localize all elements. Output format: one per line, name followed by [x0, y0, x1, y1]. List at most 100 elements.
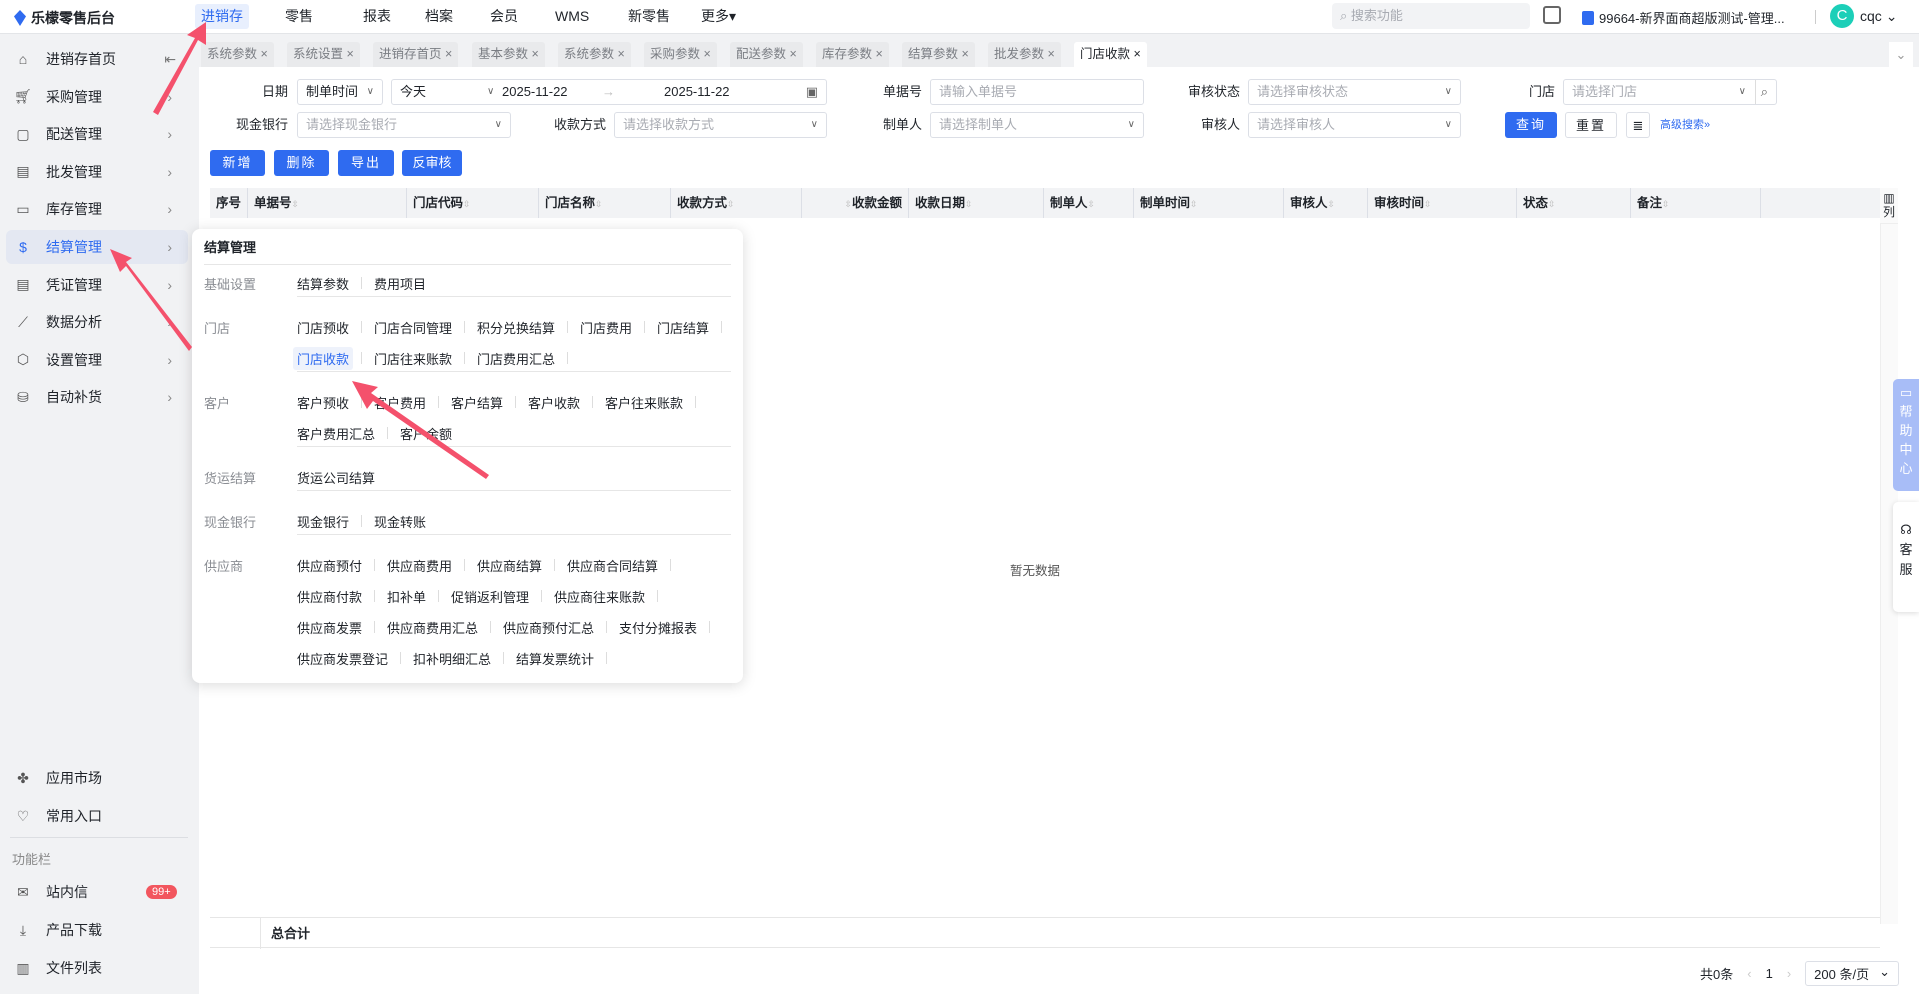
menu-item[interactable]: 客户费用汇总 [293, 422, 379, 445]
close-icon[interactable]: × [1130, 47, 1140, 61]
collapse-sidebar-icon[interactable]: ⇤ [164, 51, 176, 68]
menu-item[interactable]: 货运公司结算 [293, 466, 379, 489]
menu-item[interactable]: 促销返利管理 [447, 585, 533, 608]
close-icon[interactable]: × [442, 47, 452, 61]
column-header[interactable]: 制单人⇳ [1043, 188, 1133, 218]
close-icon[interactable]: × [343, 47, 353, 61]
close-icon[interactable]: × [257, 47, 267, 61]
pay-method-select[interactable]: 请选择收款方式 ∨ [614, 112, 827, 138]
menu-item[interactable]: 供应商预付汇总 [499, 616, 598, 639]
menu-item[interactable]: 供应商结算 [473, 554, 546, 577]
menu-item[interactable]: 供应商合同结算 [563, 554, 662, 577]
unaudit-button[interactable]: 反审核 [402, 150, 462, 176]
sidebar-item[interactable]: 🛒︎ 采购管理 › [6, 80, 188, 114]
close-icon[interactable]: × [614, 47, 624, 61]
sidebar-item[interactable]: ⌂ 进销存首页 ⇤ [6, 42, 188, 76]
menu-item[interactable]: 客户结算 [447, 391, 507, 414]
query-button[interactable]: 查询 [1505, 112, 1557, 138]
top-nav-item[interactable]: 进销存 [195, 4, 249, 29]
close-icon[interactable]: × [1044, 47, 1054, 61]
sidebar-item[interactable]: ▥ 文件列表 [6, 951, 188, 985]
sidebar-item[interactable]: ✉ 站内信 99+ [6, 875, 188, 909]
column-header[interactable]: 门店代码⇳ [406, 188, 538, 218]
menu-item[interactable]: 客户预收 [293, 391, 353, 414]
tab[interactable]: 配送参数 × [730, 42, 803, 67]
top-nav-item[interactable]: 档案 [419, 4, 459, 29]
sort-icon[interactable]: ⇳ [1424, 199, 1432, 209]
menu-item[interactable]: 门店收款 [293, 347, 354, 370]
column-header[interactable]: 备注⇳ [1630, 188, 1760, 218]
top-nav-item[interactable]: 会员 [484, 4, 524, 29]
menu-item[interactable]: 扣补明细汇总 [409, 647, 495, 670]
sort-icon[interactable]: ⇳ [1548, 199, 1556, 209]
sidebar-item[interactable]: ▭ 库存管理 › [6, 192, 188, 226]
tab[interactable]: 采购参数 × [644, 42, 717, 67]
menu-item[interactable]: 供应商发票登记 [293, 647, 392, 670]
page-number[interactable]: 1 [1766, 966, 1773, 981]
sidebar-item[interactable]: ⛁ 自动补货 › [6, 380, 188, 414]
filter-settings-icon[interactable]: ≣ [1626, 112, 1650, 138]
advanced-search-link[interactable]: 高级搜索» [1660, 112, 1710, 138]
page-size-select[interactable]: 200 条/页 ⌄ [1805, 961, 1899, 986]
prev-page-button[interactable]: ‹ [1747, 966, 1751, 981]
top-nav-item[interactable]: 零售 [279, 4, 319, 29]
sort-icon[interactable]: ⇳ [965, 199, 973, 209]
tabs-more-button[interactable]: ⌄ [1889, 42, 1913, 67]
menu-item[interactable]: 现金银行 [293, 510, 353, 533]
menu-item[interactable]: 积分兑换结算 [473, 316, 559, 339]
menu-item[interactable]: 门店费用汇总 [473, 347, 559, 370]
sidebar-item[interactable]: ♡ 常用入口 [6, 799, 188, 833]
menu-item[interactable]: 供应商预付 [293, 554, 366, 577]
sort-icon[interactable]: ⇳ [463, 199, 471, 209]
sort-icon[interactable]: ⇳ [1328, 199, 1336, 209]
column-header[interactable]: 收款日期⇳ [908, 188, 1043, 218]
sidebar-item[interactable]: ✤ 应用市场 [6, 761, 188, 795]
avatar[interactable]: C [1830, 4, 1854, 28]
menu-item[interactable]: 供应商费用 [383, 554, 456, 577]
column-header[interactable]: ⇳收款金额 [801, 188, 908, 218]
doc-no-input[interactable]: 请输入单据号 [930, 79, 1144, 105]
sidebar-item[interactable]: ▢ 配送管理 › [6, 117, 188, 151]
customer-service-button[interactable]: ☊ 客服 [1893, 502, 1919, 612]
menu-item[interactable]: 门店费用 [576, 316, 636, 339]
column-settings-button[interactable]: ▥ 列 [1880, 188, 1898, 224]
close-icon[interactable]: × [700, 47, 710, 61]
sidebar-item[interactable]: ⟋ 数据分析 › [6, 305, 188, 339]
menu-item[interactable]: 客户费用 [370, 391, 430, 414]
menu-item[interactable]: 支付分摊报表 [615, 616, 701, 639]
sidebar-item[interactable]: ⤓ 产品下载 [6, 913, 188, 947]
close-icon[interactable]: × [872, 47, 882, 61]
column-header[interactable]: 审核人⇳ [1283, 188, 1367, 218]
column-header[interactable]: 状态⇳ [1516, 188, 1630, 218]
column-header[interactable]: 审核时间⇳ [1367, 188, 1516, 218]
menu-item[interactable]: 供应商往来账款 [550, 585, 649, 608]
sidebar-item[interactable]: ▤ 凭证管理 › [6, 268, 188, 302]
menu-item[interactable]: 现金转账 [370, 510, 430, 533]
menu-item[interactable]: 门店合同管理 [370, 316, 456, 339]
menu-item[interactable]: 供应商发票 [293, 616, 366, 639]
menu-item[interactable]: 供应商付款 [293, 585, 366, 608]
audit-status-select[interactable]: 请选择审核状态 ∨ [1248, 79, 1461, 105]
sidebar-item[interactable]: ⬡ 设置管理 › [6, 343, 188, 377]
menu-item[interactable]: 门店往来账款 [370, 347, 456, 370]
menu-item[interactable]: 客户余额 [396, 422, 456, 445]
menu-item[interactable]: 门店预收 [293, 316, 353, 339]
next-page-button[interactable]: › [1787, 966, 1791, 981]
close-icon[interactable]: × [786, 47, 796, 61]
app-logo[interactable]: 乐檬零售后台 [14, 8, 115, 28]
maker-select[interactable]: 请选择制单人 ∨ [930, 112, 1144, 138]
export-button[interactable]: 导出 [338, 150, 394, 176]
store-select[interactable]: 请选择门店 ∨ ⌕ [1563, 79, 1777, 105]
date-end[interactable]: 2025-11-22 [664, 80, 730, 104]
sort-icon[interactable]: ⇳ [727, 199, 735, 209]
close-icon[interactable]: × [528, 47, 538, 61]
auditor-select[interactable]: 请选择审核人 ∨ [1248, 112, 1461, 138]
tab[interactable]: 库存参数 × [816, 42, 889, 67]
search-icon[interactable]: ⌕ [1754, 80, 1768, 104]
close-icon[interactable]: × [958, 47, 968, 61]
user-menu[interactable]: cqc ⌄ [1860, 8, 1897, 25]
top-nav-item[interactable]: 报表 [357, 4, 397, 29]
menu-item[interactable]: 费用项目 [370, 272, 430, 295]
date-range-picker[interactable]: 今天 ∨ 2025-11-22 → 2025-11-22 ▣ [391, 79, 827, 105]
top-nav-item[interactable]: 新零售 [622, 4, 676, 29]
